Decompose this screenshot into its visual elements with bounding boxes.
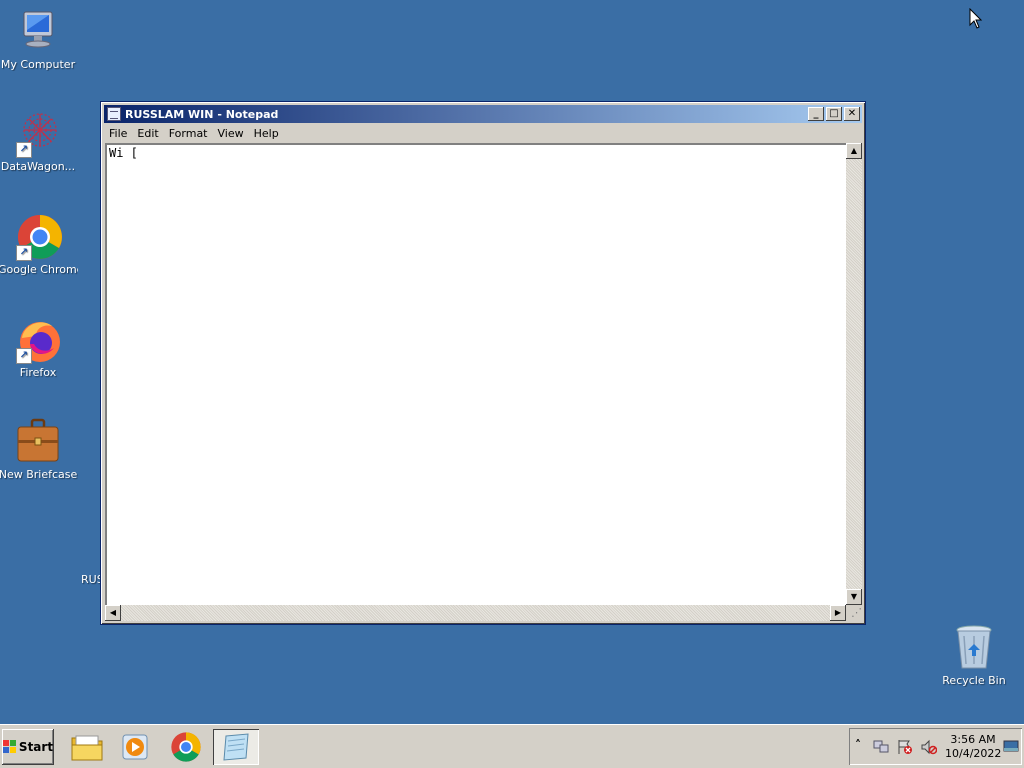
shortcut-arrow-icon: ↗ bbox=[16, 245, 32, 261]
menu-edit[interactable]: Edit bbox=[132, 127, 163, 140]
desktop: My Computer ↗ DataWagon... ↗ Google Chro… bbox=[0, 0, 1024, 724]
menu-format[interactable]: Format bbox=[164, 127, 213, 140]
clock-time: 3:56 AM bbox=[950, 733, 996, 746]
menu-file[interactable]: File bbox=[104, 127, 132, 140]
desktop-icon-label: Firefox bbox=[19, 366, 57, 379]
windows-flag-icon bbox=[2, 740, 17, 754]
taskbar-item-notepad[interactable] bbox=[213, 729, 259, 765]
volume-muted-icon[interactable] bbox=[921, 739, 937, 755]
desktop-icon-my-computer[interactable]: My Computer bbox=[0, 8, 78, 71]
shortcut-arrow-icon: ↗ bbox=[16, 348, 32, 364]
desktop-icon-new-briefcase[interactable]: New Briefcase bbox=[0, 418, 78, 481]
notepad-icon bbox=[223, 733, 249, 761]
shortcut-arrow-icon: ↗ bbox=[16, 142, 32, 158]
tray-expand-button[interactable]: ˄ bbox=[855, 738, 861, 752]
desktop-icon-label: Recycle Bin bbox=[942, 674, 1006, 687]
action-center-flag-icon[interactable] bbox=[897, 739, 913, 755]
system-tray: ˄ 3:56 AM 10/4/2022 bbox=[849, 728, 1022, 765]
scroll-right-button[interactable]: ▶ bbox=[830, 605, 846, 621]
title-buttons: _ □ ✕ bbox=[806, 107, 860, 121]
close-button[interactable]: ✕ bbox=[844, 107, 860, 121]
mouse-cursor-icon bbox=[969, 7, 983, 33]
desktop-icon-label: New Briefcase bbox=[0, 468, 78, 481]
notepad-window[interactable]: RUSSLAM WIN - Notepad _ □ ✕ File Edit Fo… bbox=[100, 101, 866, 625]
scroll-left-button[interactable]: ◀ bbox=[105, 605, 121, 621]
computer-icon bbox=[14, 8, 62, 56]
window-title: RUSSLAM WIN - Notepad bbox=[125, 107, 279, 121]
notepad-titlebar[interactable]: RUSSLAM WIN - Notepad _ □ ✕ bbox=[104, 105, 862, 123]
resize-grip-icon[interactable]: ⋰ bbox=[846, 605, 862, 621]
datawagon-icon: ↗ bbox=[14, 110, 62, 158]
desktop-icon-label: DataWagon... bbox=[0, 160, 76, 173]
clock[interactable]: 3:56 AM 10/4/2022 bbox=[945, 733, 1001, 761]
scroll-down-button[interactable]: ▼ bbox=[846, 589, 862, 605]
chrome-icon bbox=[171, 732, 201, 762]
taskbar-item-explorer[interactable] bbox=[64, 729, 110, 765]
taskbar: Start ˄ 3:56 AM 10/4/2022 bbox=[0, 724, 1024, 768]
start-label: Start bbox=[18, 740, 54, 754]
desktop-icon-firefox[interactable]: ↗ Firefox bbox=[0, 316, 78, 379]
minimize-button[interactable]: _ bbox=[808, 107, 824, 121]
folder-icon bbox=[71, 735, 103, 761]
text-editor-area[interactable]: Wi [ bbox=[105, 143, 846, 605]
briefcase-icon bbox=[14, 418, 62, 466]
media-player-icon bbox=[122, 734, 148, 760]
desktop-icon-label: My Computer bbox=[0, 58, 76, 71]
notepad-icon bbox=[107, 107, 121, 121]
desktop-icon-datawagon[interactable]: ↗ DataWagon... bbox=[0, 110, 78, 173]
network-icon[interactable] bbox=[873, 740, 889, 754]
taskbar-item-media-player[interactable] bbox=[112, 729, 158, 765]
show-desktop-icon[interactable] bbox=[1003, 740, 1019, 754]
menu-view[interactable]: View bbox=[213, 127, 249, 140]
taskbar-item-chrome[interactable] bbox=[163, 729, 209, 765]
desktop-icon-label: Google Chrome bbox=[0, 263, 78, 276]
maximize-button[interactable]: □ bbox=[826, 107, 842, 121]
start-button[interactable]: Start bbox=[2, 729, 54, 765]
chrome-icon: ↗ bbox=[14, 213, 62, 261]
recycle-bin-icon bbox=[950, 624, 998, 672]
menu-help[interactable]: Help bbox=[249, 127, 284, 140]
desktop-icon-recycle-bin[interactable]: Recycle Bin bbox=[934, 624, 1014, 687]
vertical-scrollbar[interactable]: ▲ ▼ bbox=[846, 143, 862, 605]
clock-date: 10/4/2022 bbox=[945, 747, 1002, 760]
horizontal-scrollbar[interactable]: ◀ ▶ bbox=[105, 605, 846, 621]
firefox-icon: ↗ bbox=[14, 316, 62, 364]
desktop-icon-google-chrome[interactable]: ↗ Google Chrome bbox=[0, 213, 78, 276]
menu-bar: File Edit Format View Help bbox=[104, 124, 862, 142]
scroll-up-button[interactable]: ▲ bbox=[846, 143, 862, 159]
